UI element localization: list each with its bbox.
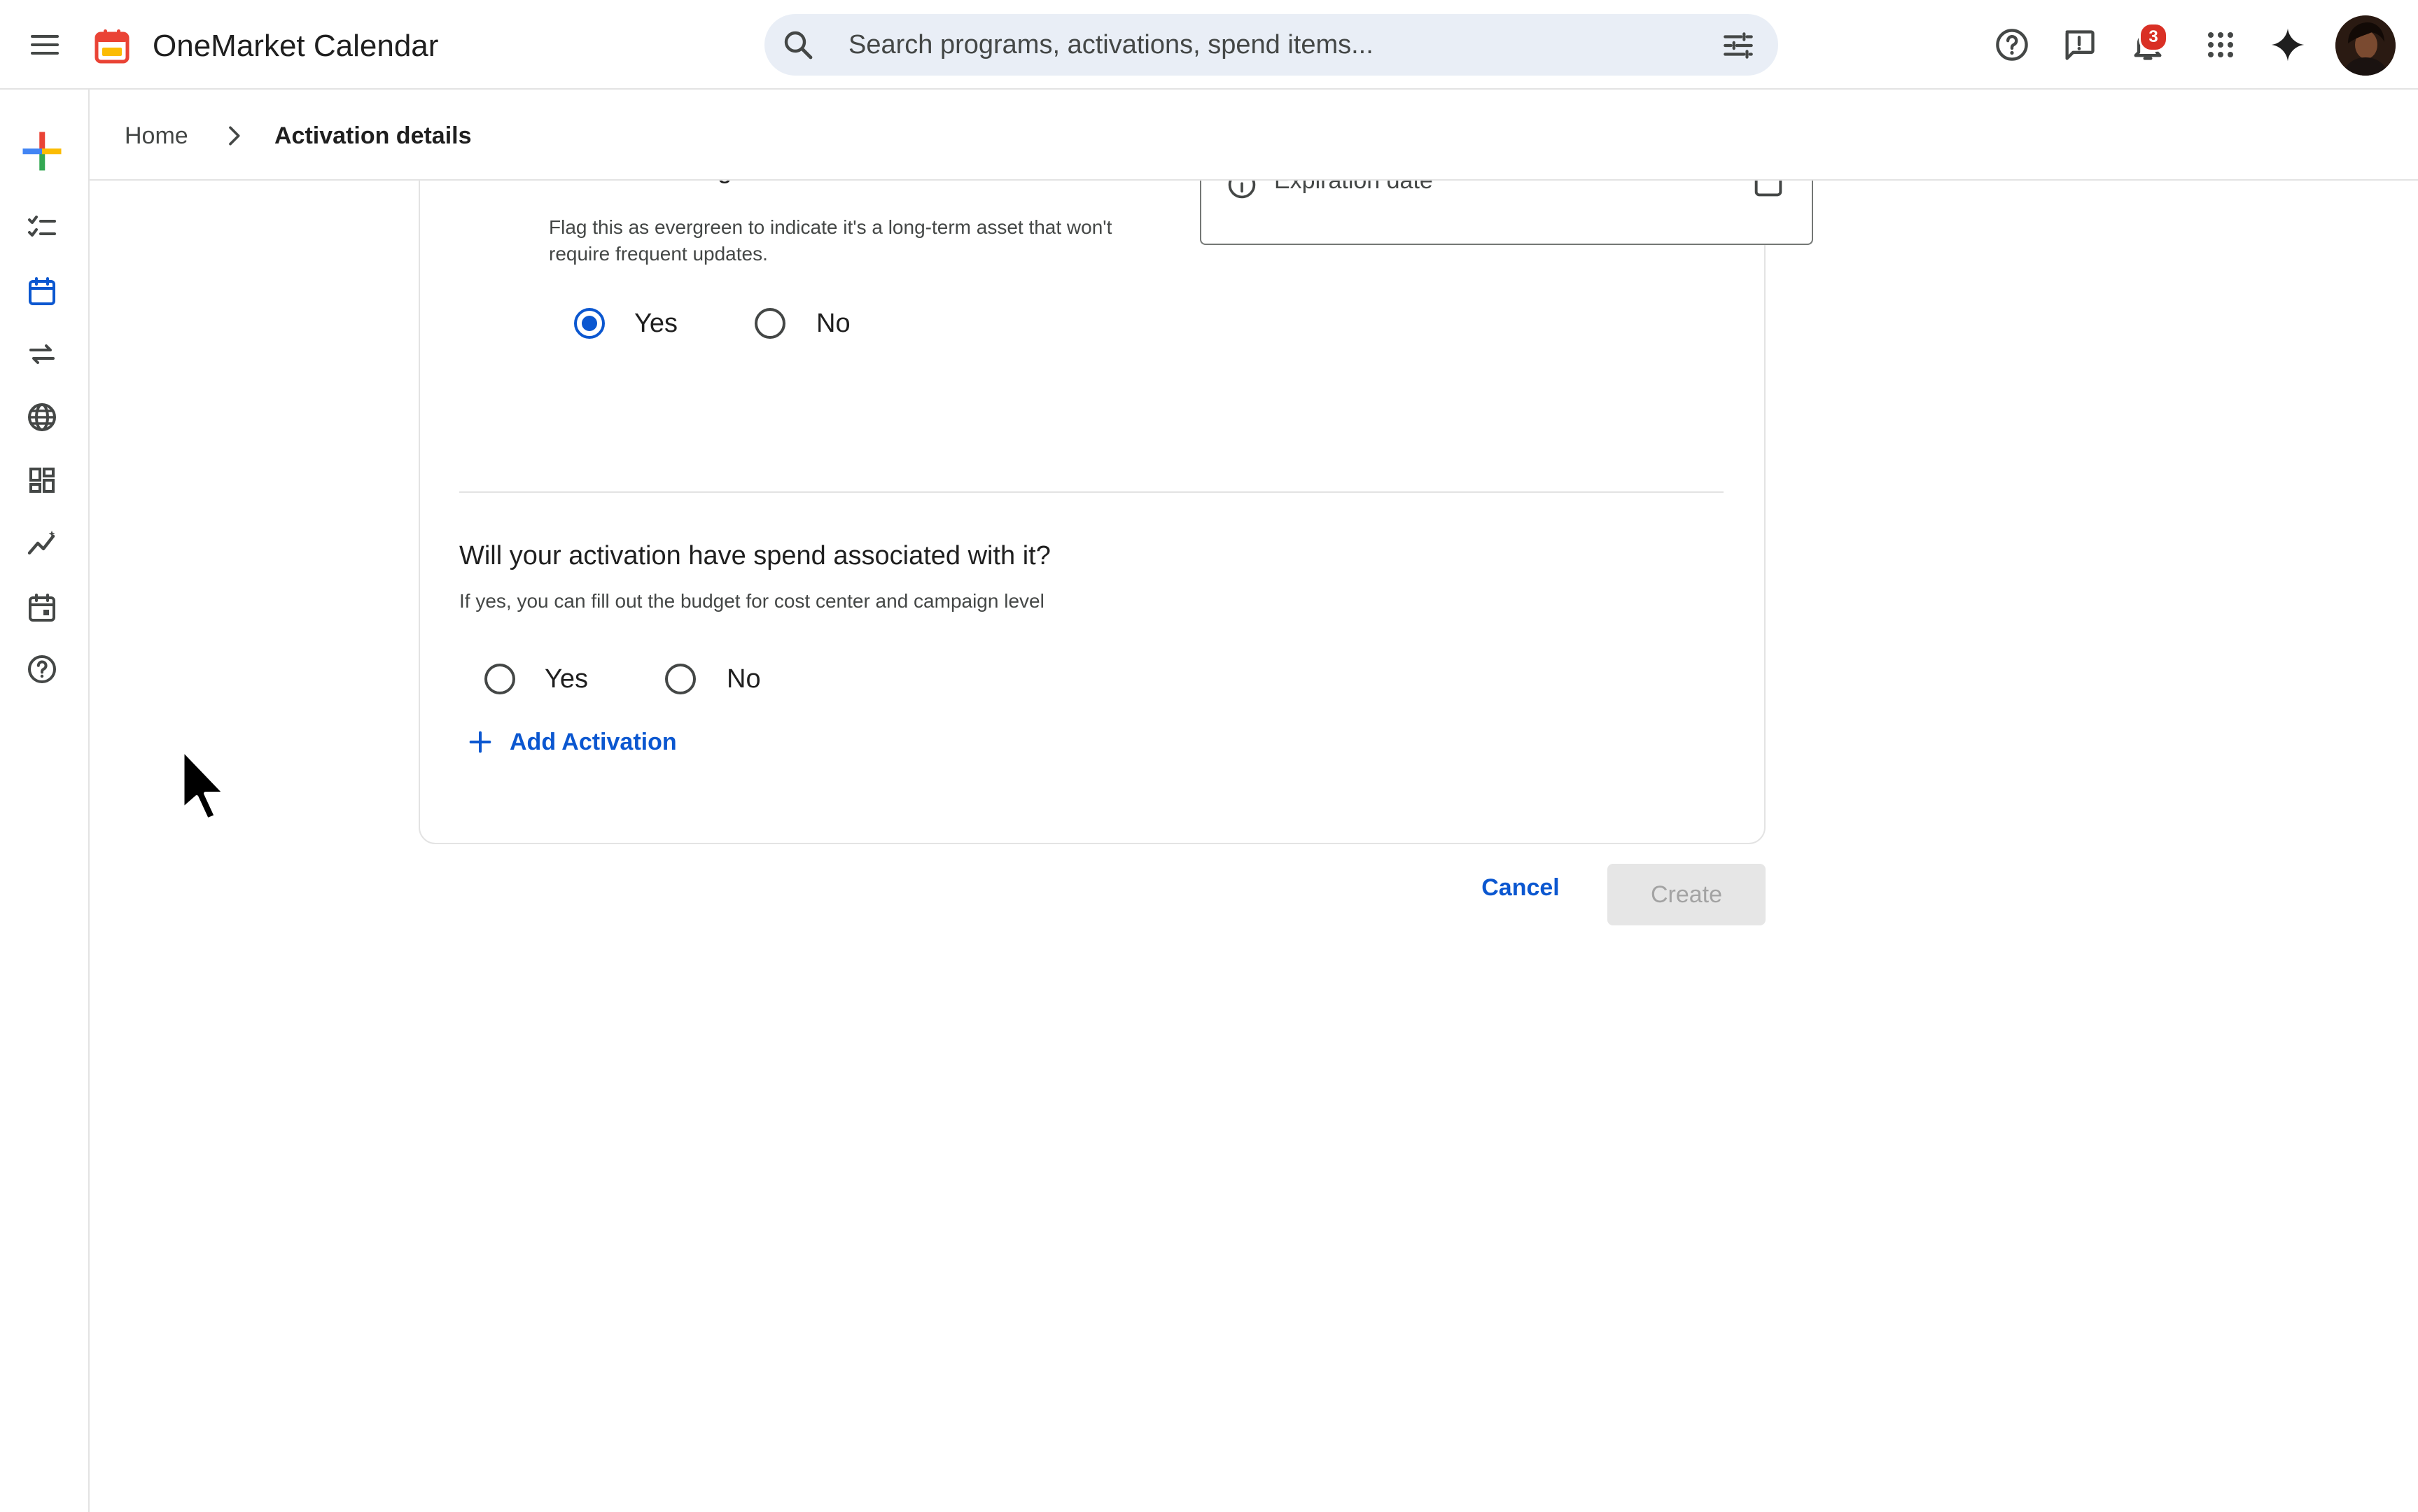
evergreen-yes-label[interactable]: Yes xyxy=(634,307,678,340)
feedback-icon xyxy=(2065,30,2095,60)
navigation-rail xyxy=(0,90,90,1512)
calendar-picker-icon[interactable] xyxy=(1750,181,1787,200)
rail-item-help[interactable] xyxy=(20,647,64,692)
chevron-right-icon xyxy=(229,126,240,146)
swap-arrows-icon xyxy=(29,344,55,364)
rail-item-insights[interactable] xyxy=(20,521,64,566)
calendar-logo-icon xyxy=(95,29,130,64)
plus-icon xyxy=(469,731,491,753)
evergreen-question-help: Flag this as evergreen to indicate it's … xyxy=(549,216,1112,265)
main-content: Is this an Evergreen activation? Flag th… xyxy=(90,181,2418,1512)
spend-question-title: Will your activation have spend associat… xyxy=(459,541,1051,570)
create-plus-icon xyxy=(22,132,62,171)
feedback-button[interactable] xyxy=(2057,22,2102,67)
evergreen-no-radio[interactable] xyxy=(755,308,785,339)
info-icon xyxy=(1228,181,1256,199)
expiration-date-placeholder: Expiration date* xyxy=(1274,181,1443,194)
calendar-icon xyxy=(29,277,55,305)
app-title: OneMarket Calendar xyxy=(153,29,439,63)
spend-no-label[interactable]: No xyxy=(727,662,761,696)
apps-button[interactable] xyxy=(2198,22,2243,67)
dashboard-icon xyxy=(29,468,55,493)
rail-item-dashboard[interactable] xyxy=(20,458,64,503)
rail-item-calendar[interactable] xyxy=(20,269,64,314)
evergreen-yes-radio[interactable] xyxy=(574,308,605,339)
search-icon xyxy=(784,31,813,59)
event-calendar-icon xyxy=(29,594,55,622)
breadcrumb-current-page: Activation details xyxy=(274,122,472,149)
help-icon xyxy=(28,655,56,683)
tune-filter-icon[interactable] xyxy=(1721,28,1756,63)
section-divider xyxy=(459,491,1724,493)
create-button[interactable]: Create xyxy=(1607,864,1766,925)
evergreen-question-title: Is this an Evergreen activation? xyxy=(549,181,920,186)
hamburger-menu-icon xyxy=(31,35,59,55)
sparkle-icon xyxy=(2271,28,2305,62)
breadcrumb: Home Activation details xyxy=(90,90,2418,181)
rail-create-button[interactable] xyxy=(20,129,64,174)
apps-grid-icon xyxy=(2208,32,2233,57)
spend-question-help: If yes, you can fill out the budget for … xyxy=(459,590,1044,612)
app-window: OneMarket Calendar Search programs, acti… xyxy=(0,0,2418,1512)
globe-icon xyxy=(28,403,56,431)
spend-yes-radio[interactable] xyxy=(484,664,515,694)
notification-count-badge: 3 xyxy=(2139,22,2168,52)
rail-item-global[interactable] xyxy=(20,395,64,440)
search-bar[interactable] xyxy=(764,14,1778,76)
tasks-checklist-icon xyxy=(28,216,56,237)
add-activation-label: Add Activation xyxy=(510,728,677,755)
search-input[interactable] xyxy=(848,24,1661,66)
rail-item-tasks[interactable] xyxy=(20,206,64,251)
insights-trend-icon xyxy=(27,531,55,555)
top-app-bar: OneMarket Calendar Search programs, acti… xyxy=(0,0,2418,90)
evergreen-no-label[interactable]: No xyxy=(816,307,851,340)
help-button[interactable] xyxy=(1990,22,2034,67)
cancel-button[interactable]: Cancel xyxy=(1463,857,1578,918)
rail-item-transfers[interactable] xyxy=(20,332,64,377)
main-menu-button[interactable] xyxy=(20,22,70,67)
spend-no-radio[interactable] xyxy=(665,664,696,694)
expiration-date-field[interactable]: Expiration date* xyxy=(1200,181,1813,245)
user-avatar[interactable] xyxy=(2335,15,2396,76)
ai-assistant-button[interactable] xyxy=(2265,22,2310,67)
rail-item-events[interactable] xyxy=(20,585,64,630)
avatar-photo xyxy=(2335,15,2396,76)
help-icon xyxy=(1996,29,2028,61)
add-activation-button[interactable]: Add Activation xyxy=(466,722,677,762)
breadcrumb-home-link[interactable]: Home xyxy=(125,120,188,151)
spend-yes-label[interactable]: Yes xyxy=(545,662,588,696)
